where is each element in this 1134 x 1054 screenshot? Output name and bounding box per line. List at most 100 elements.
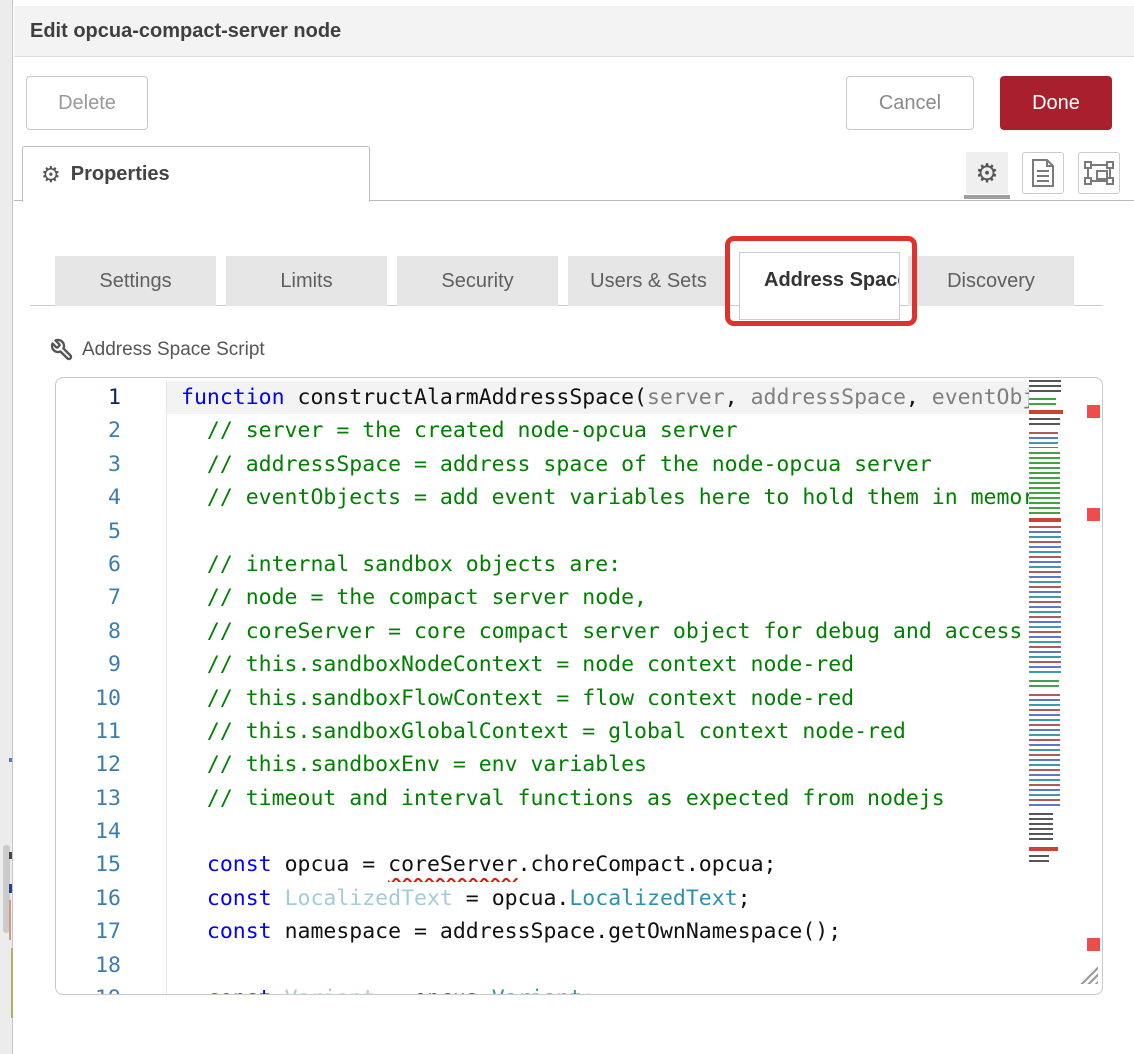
- code-area[interactable]: 1function constructAlarmAddressSpace(ser…: [56, 381, 1029, 994]
- minimap-stripe: [1029, 813, 1053, 843]
- code-token: coreServer: [388, 852, 517, 877]
- minimap-stripe: [1029, 380, 1061, 394]
- code-token: // node = the compact server node,: [181, 585, 647, 610]
- code-token: // this.sandboxFlowContext = flow contex…: [181, 686, 854, 711]
- line-number: 14: [56, 815, 166, 848]
- line-number: 19: [56, 982, 166, 994]
- code-line-text: // this.sandboxEnv = env variables: [166, 748, 1029, 781]
- code-line-text: const Variant = opcua.Variant;: [166, 982, 1029, 994]
- code-token: Variant: [285, 986, 376, 994]
- code-line: 12 // this.sandboxEnv = env variables: [56, 748, 1029, 781]
- gear-icon: ⚙: [975, 158, 998, 189]
- code-token: = opcua.: [453, 886, 570, 911]
- line-number: 15: [56, 848, 166, 881]
- description-panel-button[interactable]: [1022, 152, 1064, 194]
- code-token: LocalizedText: [285, 886, 453, 911]
- delete-button[interactable]: Delete: [26, 76, 148, 130]
- appearance-panel-button[interactable]: [1078, 152, 1120, 194]
- done-button[interactable]: Done: [1000, 76, 1112, 130]
- code-token: namespace = addressSpace.getOwnNamespace…: [272, 919, 842, 944]
- line-number: 18: [56, 949, 166, 982]
- gear-icon: ⚙: [41, 164, 61, 186]
- workspace-wire-fragment: [9, 900, 11, 940]
- line-number: 10: [56, 682, 166, 715]
- code-token: // coreServer = core compact server obje…: [181, 619, 1022, 644]
- code-line: 7 // node = the compact server node,: [56, 581, 1029, 614]
- code-line-text: // this.sandboxFlowContext = flow contex…: [166, 682, 1029, 715]
- minimap-stripe: [1029, 694, 1060, 809]
- code-token: // this.sandboxEnv = env variables: [181, 752, 647, 777]
- minimap-stripe: [1029, 855, 1049, 863]
- code-token: server: [647, 385, 725, 410]
- workspace-wire-fragment: [9, 884, 12, 893]
- code-line-text: // this.sandboxNodeContext = node contex…: [166, 648, 1029, 681]
- code-line-text: const opcua = coreServer.choreCompact.op…: [166, 848, 1029, 881]
- line-number: 9: [56, 648, 166, 681]
- code-line-text: // node = the compact server node,: [166, 581, 1029, 614]
- minimap-stripe: [1029, 452, 1060, 514]
- error-marker: [1087, 508, 1100, 521]
- minimap-stripe: [1029, 847, 1058, 851]
- minimap-stripe: [1029, 680, 1059, 690]
- code-token: function: [181, 385, 285, 410]
- code-token: // server = the created node-opcua serve…: [181, 418, 738, 443]
- workspace-wire-fragment: [11, 948, 13, 1018]
- tab-limits[interactable]: Limits: [226, 256, 387, 306]
- code-line: 6 // internal sandbox objects are:: [56, 548, 1029, 581]
- code-line-text: [166, 815, 1029, 848]
- code-line-text: // eventObjects = add event variables he…: [166, 481, 1029, 514]
- code-token: // timeout and interval functions as exp…: [181, 786, 945, 811]
- error-marker: [1087, 405, 1100, 418]
- line-number: 5: [56, 515, 166, 548]
- line-number: 4: [56, 481, 166, 514]
- line-number: 12: [56, 748, 166, 781]
- code-token: [272, 886, 285, 911]
- code-line: 11 // this.sandboxGlobalContext = global…: [56, 715, 1029, 748]
- code-token: // this.sandboxGlobalContext = global co…: [181, 719, 906, 744]
- tab-users-sets[interactable]: Users & Sets: [568, 256, 729, 306]
- code-line: 19 const Variant = opcua.Variant;: [56, 982, 1029, 994]
- code-token: [272, 986, 285, 994]
- code-line: 15 const opcua = coreServer.choreCompact…: [56, 848, 1029, 881]
- code-token: = opcua.: [375, 986, 492, 994]
- code-line: 4 // eventObjects = add event variables …: [56, 481, 1029, 514]
- code-token: ;: [582, 986, 595, 994]
- line-number: 11: [56, 715, 166, 748]
- workspace-wire-fragment: [9, 852, 12, 859]
- code-line: 5: [56, 515, 1029, 548]
- line-number: 17: [56, 915, 166, 948]
- code-token: [181, 919, 207, 944]
- code-token: // this.sandboxNodeContext = node contex…: [181, 652, 854, 677]
- properties-panel-button[interactable]: ⚙: [966, 152, 1008, 194]
- code-token: // internal sandbox objects are:: [181, 552, 621, 577]
- code-line: 18: [56, 949, 1029, 982]
- code-line-text: const LocalizedText = opcua.LocalizedTex…: [166, 882, 1029, 915]
- minimap-stripe: [1029, 410, 1063, 414]
- code-line: 2 // server = the created node-opcua ser…: [56, 414, 1029, 447]
- properties-tab-label: Properties: [71, 163, 170, 186]
- code-line-text: // timeout and interval functions as exp…: [166, 782, 1029, 815]
- code-line: 16 const LocalizedText = opcua.Localized…: [56, 882, 1029, 915]
- tab-settings[interactable]: Settings: [55, 256, 216, 306]
- code-token: // eventObjects = add event variables he…: [181, 485, 1029, 510]
- code-line-text: // server = the created node-opcua serve…: [166, 414, 1029, 447]
- code-line-text: function constructAlarmAddressSpace(serv…: [166, 381, 1029, 414]
- active-panel-underline: [964, 195, 1010, 199]
- section-label: Address Space Script: [50, 338, 265, 362]
- editor-resize-handle[interactable]: [1080, 966, 1098, 984]
- section-label-text: Address Space Script: [82, 339, 265, 361]
- tab-security[interactable]: Security: [397, 256, 558, 306]
- code-token: ,: [725, 385, 751, 410]
- code-token: Variant: [492, 986, 583, 994]
- document-icon: [1030, 158, 1056, 188]
- editor-minimap[interactable]: [1029, 380, 1063, 912]
- tab-address-space[interactable]: Address Space: [739, 252, 900, 320]
- code-line: 14: [56, 815, 1029, 848]
- dialog-header: Edit opcua-compact-server node: [14, 6, 1134, 57]
- code-editor[interactable]: 1function constructAlarmAddressSpace(ser…: [55, 377, 1103, 995]
- tab-properties[interactable]: ⚙ Properties: [22, 146, 370, 202]
- tab-discovery[interactable]: Discovery: [908, 256, 1074, 306]
- code-token: ,: [906, 385, 932, 410]
- cancel-button[interactable]: Cancel: [846, 76, 974, 130]
- minimap-stripe: [1029, 418, 1060, 428]
